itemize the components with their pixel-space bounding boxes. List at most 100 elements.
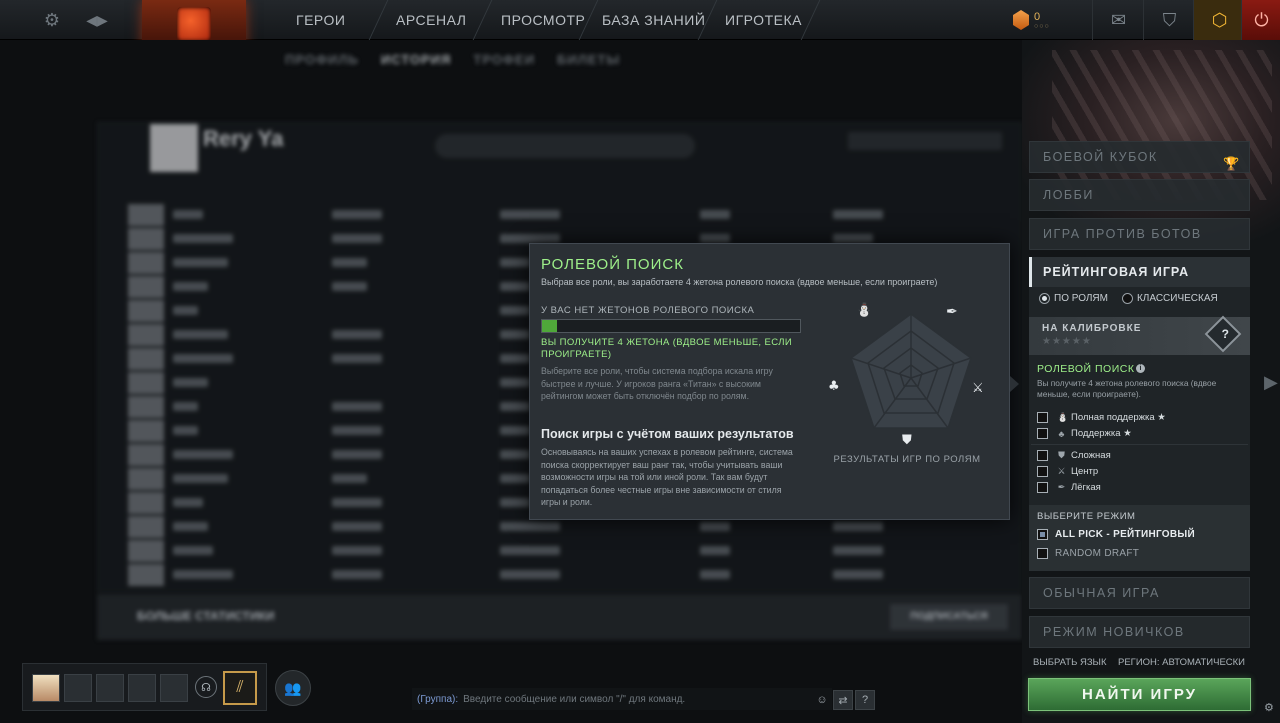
battle-cup-button[interactable]: БОЕВОЙ КУБОК 🏆 xyxy=(1029,141,1250,173)
role-search-tooltip: РОЛЕВОЙ ПОИСК Выбрав все роли, вы зарабо… xyxy=(529,243,1019,520)
role-support[interactable]: ♣ Поддержка ★ xyxy=(1037,428,1132,439)
profile-name: Rery Ya xyxy=(203,126,284,151)
subscribe-button[interactable]: ПОДПИСАТЬСЯ xyxy=(890,604,1008,630)
nav-knowledge-base[interactable]: БАЗА ЗНАНИЙ xyxy=(602,0,705,40)
nav-separator xyxy=(472,0,493,40)
settings-gear-icon[interactable]: ⚙ xyxy=(38,0,66,40)
find-match-button[interactable]: НАЙТИ ИГРУ xyxy=(1028,678,1251,711)
by-roles-label[interactable]: ПО РОЛЯМ xyxy=(1054,293,1108,304)
role-offlane[interactable]: ⛊ Сложная xyxy=(1037,450,1111,461)
nav-arcade[interactable]: ИГРОТЕКА xyxy=(725,0,802,40)
role-checkbox[interactable] xyxy=(1037,450,1048,461)
emoji-icon[interactable]: ☺ xyxy=(812,690,832,710)
popup-title: РОЛЕВОЙ ПОИСК xyxy=(541,256,684,273)
role-mid[interactable]: ⚔ Центр xyxy=(1037,466,1098,477)
role-search-title: РОЛЕВОЙ ПОИСК xyxy=(1037,363,1135,375)
tab-tickets[interactable]: БИЛЕТЫ xyxy=(557,52,620,67)
dota-plus-icon[interactable]: ⬡ xyxy=(1193,0,1245,40)
lobby-button[interactable]: ЛОББИ xyxy=(1029,179,1250,211)
classic-label[interactable]: КЛАССИЧЕСКАЯ xyxy=(1137,293,1218,304)
all-pick-label: ALL PICK - РЕЙТИНГОВЫЙ xyxy=(1055,529,1195,540)
newbie-mode-button[interactable]: РЕЖИМ НОВИЧКОВ xyxy=(1029,616,1250,648)
rank-medal-icon[interactable]: ⫽ xyxy=(223,671,257,705)
voice-chat-icon[interactable]: ☊ xyxy=(195,676,217,698)
region-selector[interactable]: РЕГИОН: АВТОМАТИЧЕСКИ xyxy=(1118,657,1245,668)
role-checkbox[interactable] xyxy=(1037,482,1048,493)
role-label: Лёгкая xyxy=(1071,482,1101,493)
party-slot-empty[interactable] xyxy=(128,674,156,702)
support-icon: ♣ xyxy=(828,379,840,394)
ranked-type-selector: ПО РОЛЯМ КЛАССИЧЕСКАЯ xyxy=(1039,293,1218,304)
friends-group-icon[interactable]: 👥 xyxy=(275,670,311,706)
profile-subnav: ПРОФИЛЬ ИСТОРИЯ ТРОФЕИ БИЛЕТЫ xyxy=(285,52,620,67)
mid-icon: ⚔ xyxy=(1057,466,1066,476)
select-language-button[interactable]: ВЫБРАТЬ ЯЗЫК xyxy=(1033,657,1107,668)
dota-logo-icon xyxy=(177,7,211,41)
offlane-icon: ⛊ xyxy=(1058,450,1065,460)
currency-value: 0 xyxy=(1034,11,1041,23)
all-pick-checkbox[interactable] xyxy=(1037,529,1048,540)
table-row[interactable] xyxy=(128,540,1008,562)
by-roles-radio[interactable] xyxy=(1039,293,1050,304)
profile-avatar xyxy=(150,124,198,172)
bots-button[interactable]: ИГРА ПРОТИВ БОТОВ xyxy=(1029,218,1250,250)
tab-profile[interactable]: ПРОФИЛЬ xyxy=(285,52,359,67)
role-results-radar-chart: ⛄ ✒ ♣ ⚔ ⛊ xyxy=(828,302,984,448)
inventory-icon[interactable]: ⛉ xyxy=(1143,0,1195,40)
panel-collapse-arrow-icon[interactable]: ▶ xyxy=(1264,372,1278,393)
role-label: Поддержка ★ xyxy=(1071,428,1132,439)
radar-label: РЕЗУЛЬТАТЫ ИГР ПО РОЛЯМ xyxy=(833,454,981,465)
power-quit-icon[interactable]: ⏻ xyxy=(1241,0,1280,40)
party-slot-empty[interactable] xyxy=(64,674,92,702)
hard-support-icon: ⛄ xyxy=(1057,412,1069,422)
nav-heroes[interactable]: ГЕРОИ xyxy=(296,0,345,40)
nav-separator xyxy=(368,0,389,40)
mail-icon[interactable]: ✉ xyxy=(1092,0,1144,40)
offlane-icon: ⚔ xyxy=(972,381,984,396)
tooltip-arrow xyxy=(1010,376,1019,392)
random-draft-checkbox[interactable] xyxy=(1037,548,1048,559)
support-icon: ♣ xyxy=(1058,428,1065,439)
will-get-tokens-label: ВЫ ПОЛУЧИТЕ 4 ЖЕТОНА (ВДВОЕ МЕНЬШЕ, ЕСЛИ… xyxy=(541,337,793,360)
my-avatar[interactable] xyxy=(32,674,60,702)
role-safelane[interactable]: ✒ Лёгкая xyxy=(1037,482,1101,493)
hard-support-icon: ⛄ xyxy=(856,302,872,318)
more-stats-banner: БОЛЬШЕ СТАТИСТИКИ ПОДПИСАТЬСЯ xyxy=(97,594,1022,640)
ranked-game-header[interactable]: РЕЙТИНГОВАЯ ИГРА xyxy=(1029,257,1250,287)
popup-heading-2: Поиск игры с учётом ваших результатов xyxy=(541,427,794,441)
tab-trophies[interactable]: ТРОФЕИ xyxy=(473,52,535,67)
select-mode-title: ВЫБЕРИТЕ РЕЖИМ xyxy=(1037,511,1136,522)
role-checkbox[interactable] xyxy=(1037,466,1048,477)
settings-small-icon[interactable]: ⚙ xyxy=(1264,701,1274,714)
back-forward-arrows-icon[interactable]: ◀▶ xyxy=(82,0,112,40)
history-filter-pills[interactable] xyxy=(435,134,695,158)
nav-armory[interactable]: АРСЕНАЛ xyxy=(396,0,466,40)
party-slot-empty[interactable] xyxy=(96,674,124,702)
role-label: Сложная xyxy=(1071,450,1111,461)
help-icon[interactable]: ? xyxy=(855,690,875,710)
nav-watch[interactable]: ПРОСМОТР xyxy=(501,0,585,40)
bots-label: ИГРА ПРОТИВ БОТОВ xyxy=(1043,227,1202,241)
role-hard-support[interactable]: ⛄ Полная поддержка ★ xyxy=(1037,412,1166,423)
battle-cup-label: БОЕВОЙ КУБОК xyxy=(1043,150,1158,164)
classic-radio[interactable] xyxy=(1121,293,1133,304)
chat-settings-icon[interactable]: ⇄ xyxy=(833,690,853,710)
table-row[interactable] xyxy=(128,564,1008,586)
role-checkbox[interactable] xyxy=(1037,412,1048,423)
info-icon[interactable]: i xyxy=(1136,364,1145,373)
safelane-icon: ✒ xyxy=(946,304,958,320)
role-checkbox[interactable] xyxy=(1037,428,1048,439)
normal-game-label: ОБЫЧНАЯ ИГРА xyxy=(1043,586,1160,600)
lobby-label: ЛОББИ xyxy=(1043,188,1094,202)
mode-random-draft[interactable]: RANDOM DRAFT xyxy=(1037,548,1139,559)
popup-description: Выберите все роли, чтобы система подбора… xyxy=(541,366,773,402)
tab-history[interactable]: ИСТОРИЯ xyxy=(381,52,452,67)
chat-input[interactable]: (Группа): Введите сообщение или символ "… xyxy=(412,688,832,710)
table-row[interactable] xyxy=(128,204,1008,226)
stats-box xyxy=(848,132,1002,150)
calibration-status: НА КАЛИБРОВКЕ ★★★★★ ? xyxy=(1029,315,1250,355)
party-slot-empty[interactable] xyxy=(160,674,188,702)
more-stats-label: БОЛЬШЕ СТАТИСТИКИ xyxy=(137,609,275,623)
mode-all-pick[interactable]: ALL PICK - РЕЙТИНГОВЫЙ xyxy=(1037,529,1195,540)
normal-game-button[interactable]: ОБЫЧНАЯ ИГРА xyxy=(1029,577,1250,609)
